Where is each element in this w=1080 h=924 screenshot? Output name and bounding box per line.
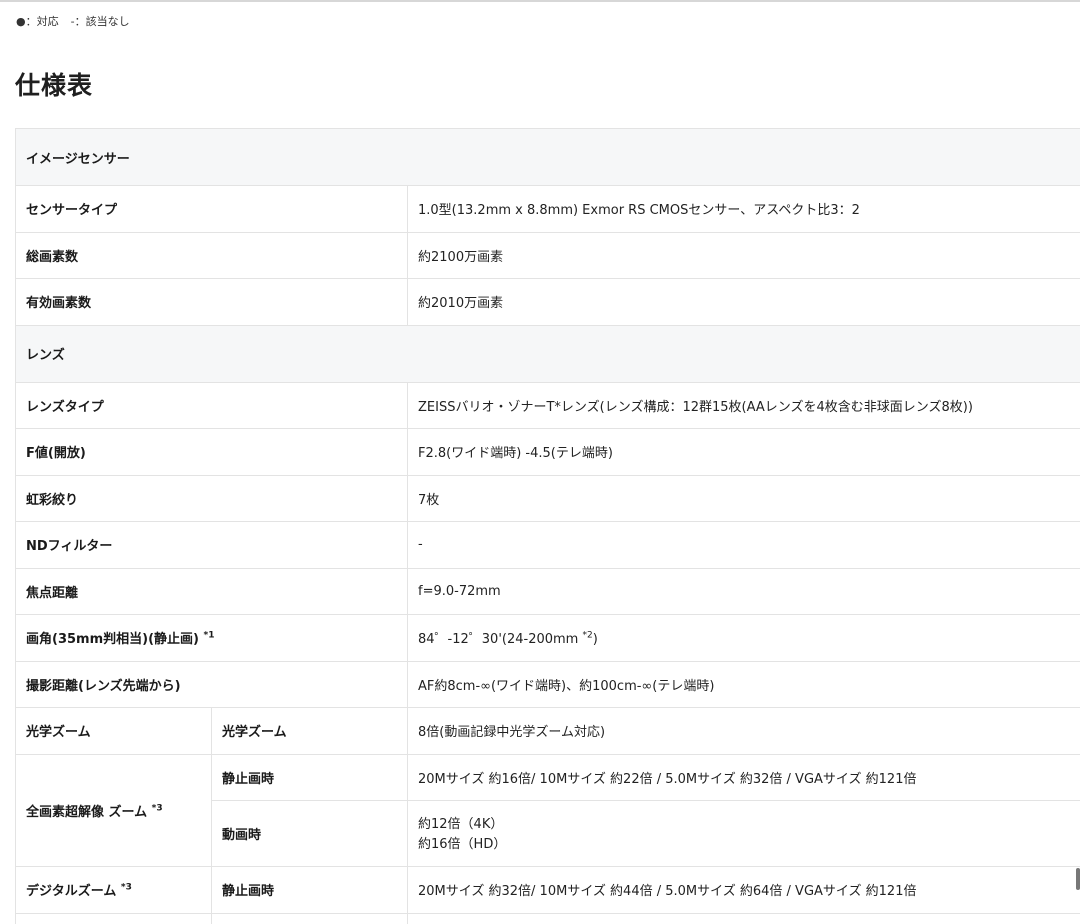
table-row: 全画素超解像 ズーム *3 静止画時 20Mサイズ 約16倍/ 10Mサイズ 約…: [15, 753, 1080, 867]
table-row: 画角(35mm判相当)(静止画) *1 84゜-12゜30'(24-200mm …: [15, 614, 1080, 662]
row-label-text: 画角(35mm判相当)(静止画): [26, 632, 199, 648]
row-sub-label: 動画時: [211, 800, 408, 867]
empty-cell: [406, 912, 1080, 924]
empty-cell: [15, 912, 212, 924]
table-row: 虹彩絞り 7枚: [15, 474, 1080, 522]
row-label: 全画素超解像 ズーム *3: [15, 753, 212, 867]
empty-cell: [211, 912, 408, 924]
footnote-marker: *3: [151, 803, 163, 814]
row-value-line: 約16倍（HD）: [418, 836, 507, 852]
row-label: 総画素数: [15, 231, 408, 279]
table-row: 総画素数 約2100万画素: [15, 231, 1080, 279]
row-label: F値(開放): [15, 428, 408, 476]
scrollbar-thumb[interactable]: [1076, 868, 1080, 890]
row-sub-label: 静止画時: [211, 753, 408, 801]
row-label: 有効画素数: [15, 278, 408, 326]
footnote-marker: *3: [120, 882, 132, 893]
table-row: NDフィルター -: [15, 521, 1080, 569]
section-header-sensor: イメージセンサー: [14, 128, 1080, 186]
row-label-text: 全画素超解像 ズーム: [26, 804, 148, 820]
row-value-line: 約12倍（4K）: [418, 816, 504, 832]
spec-table: イメージセンサー センサータイプ 1.0型(13.2mm x 8.8mm) Ex…: [14, 128, 1080, 924]
row-value: 20Mサイズ 約32倍/ 10Mサイズ 約44倍 / 5.0Mサイズ 約64倍 …: [406, 866, 1080, 914]
row-value: 8倍(動画記録中光学ズーム対応): [406, 707, 1080, 755]
row-label: NDフィルター: [15, 521, 408, 569]
row-label: 光学ズーム: [15, 707, 212, 755]
row-value: ZEISSバリオ・ゾナーT*レンズ(レンズ構成：12群15枚(AAレンズを4枚含…: [406, 381, 1080, 429]
row-label: 撮影距離(レンズ先端から): [15, 660, 408, 708]
row-sub-label: 光学ズーム: [211, 707, 408, 755]
section-title: レンズ: [14, 324, 1080, 383]
footnote-marker: *2: [582, 630, 593, 641]
row-label: 画角(35mm判相当)(静止画) *1: [15, 614, 408, 662]
table-row: 撮影距離(レンズ先端から) AF約8cm-∞(ワイド端時)、約100cm-∞(テ…: [15, 660, 1080, 708]
legend-supported: ●：対応: [16, 15, 59, 28]
row-label: レンズタイプ: [15, 381, 408, 429]
row-value: 1.0型(13.2mm x 8.8mm) Exmor RS CMOSセンサー、ア…: [406, 185, 1080, 233]
table-row: 有効画素数 約2010万画素: [15, 278, 1080, 326]
table-row: 焦点距離 f=9.0-72mm: [15, 567, 1080, 615]
row-value: -: [406, 521, 1080, 569]
row-value: 約2100万画素: [406, 231, 1080, 279]
legend: ●：対応 -：該当なし: [16, 13, 130, 29]
row-value: 84゜-12゜30'(24-200mm *2): [406, 614, 1080, 662]
row-label-text: デジタルズーム: [26, 884, 117, 900]
row-value: F2.8(ワイド端時) -4.5(テレ端時): [406, 428, 1080, 476]
table-row: F値(開放) F2.8(ワイド端時) -4.5(テレ端時): [15, 428, 1080, 476]
row-value: 約2010万画素: [406, 278, 1080, 326]
row-value: 約12倍（4K） 約16倍（HD）: [406, 800, 1080, 867]
table-row: デジタルズーム *3 静止画時 20Mサイズ 約32倍/ 10Mサイズ 約44倍…: [15, 866, 1080, 914]
row-value: f=9.0-72mm: [406, 567, 1080, 615]
footnote-marker: *1: [203, 630, 215, 641]
table-row: レンズタイプ ZEISSバリオ・ゾナーT*レンズ(レンズ構成：12群15枚(AA…: [15, 381, 1080, 429]
row-value: 20Mサイズ 約16倍/ 10Mサイズ 約22倍 / 5.0Mサイズ 約32倍 …: [406, 753, 1080, 801]
row-sub-label: 静止画時: [211, 866, 408, 914]
section-header-lens: レンズ: [14, 324, 1080, 383]
row-label: デジタルズーム *3: [15, 866, 212, 914]
row-label: 焦点距離: [15, 567, 408, 615]
row-value: AF約8cm-∞(ワイド端時)、約100cm-∞(テレ端時): [406, 660, 1080, 708]
section-title: イメージセンサー: [14, 128, 1080, 186]
row-value-text: 84゜-12゜30'(24-200mm: [418, 632, 583, 648]
legend-not-applicable: -：該当なし: [70, 15, 130, 28]
row-label: 虹彩絞り: [15, 474, 408, 522]
page-title: 仕様表: [15, 71, 94, 100]
top-divider: [0, 0, 1080, 2]
row-value-suffix: ): [592, 632, 598, 648]
table-row: センサータイプ 1.0型(13.2mm x 8.8mm) Exmor RS CM…: [15, 185, 1080, 233]
table-row: 光学ズーム 光学ズーム 8倍(動画記録中光学ズーム対応): [15, 707, 1080, 755]
table-row: [15, 912, 1080, 924]
row-value: 7枚: [406, 474, 1080, 522]
row-label: センサータイプ: [15, 185, 408, 233]
